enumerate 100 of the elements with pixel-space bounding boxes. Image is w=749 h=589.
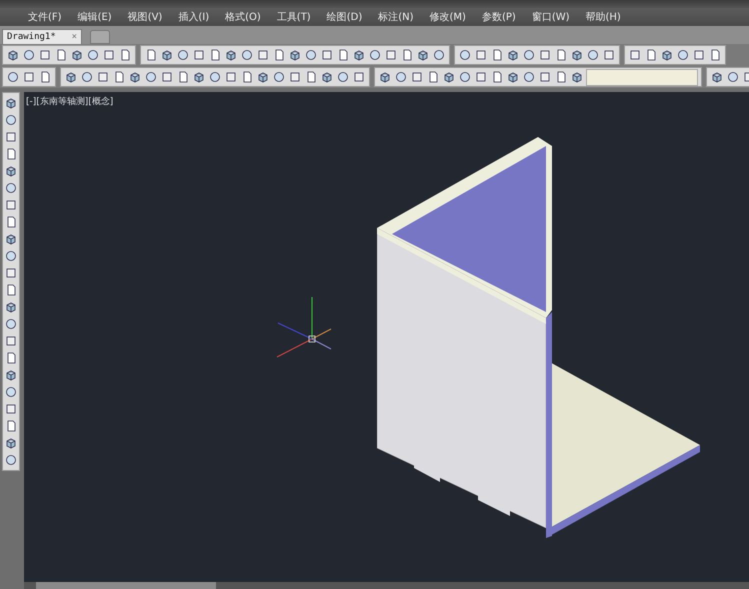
- toolbar-button[interactable]: [192, 70, 206, 84]
- toolbar-button[interactable]: [442, 70, 456, 84]
- toolbar-button[interactable]: [4, 385, 18, 399]
- toolbar-button[interactable]: [692, 48, 706, 62]
- toolbar-button[interactable]: [160, 48, 174, 62]
- toolbar-button[interactable]: [4, 453, 18, 467]
- toolbar-button[interactable]: [192, 48, 206, 62]
- menu-item[interactable]: 编辑(E): [70, 10, 120, 24]
- toolbar-button[interactable]: [676, 48, 690, 62]
- toolbar-button[interactable]: [458, 70, 472, 84]
- menu-item[interactable]: 工具(T): [268, 10, 319, 24]
- toolbar-button[interactable]: [4, 368, 18, 382]
- square-icon: [385, 49, 397, 61]
- toolbar-button[interactable]: [4, 113, 18, 127]
- toolbar-button[interactable]: [224, 48, 238, 62]
- toolbar-button[interactable]: [538, 70, 552, 84]
- toolbar-button[interactable]: [506, 48, 520, 62]
- toolbar-button[interactable]: [304, 48, 318, 62]
- toolbar-button[interactable]: [22, 48, 36, 62]
- toolbar-button[interactable]: [506, 70, 520, 84]
- drawing-tab[interactable]: Drawing1* ×: [2, 29, 82, 44]
- toolbar-button[interactable]: [4, 402, 18, 416]
- toolbar-button[interactable]: [208, 70, 222, 84]
- toolbar-button[interactable]: [570, 48, 584, 62]
- circle-icon: [5, 114, 17, 126]
- toolbar-button[interactable]: [288, 48, 302, 62]
- toolbar-button[interactable]: [432, 48, 446, 62]
- menu-item[interactable]: 视图(V): [120, 10, 170, 24]
- toolbar-button[interactable]: [4, 164, 18, 178]
- toolbar-button[interactable]: [4, 317, 18, 331]
- toolbar-button[interactable]: [4, 300, 18, 314]
- close-button[interactable]: ×: [72, 32, 77, 42]
- toolbar-button[interactable]: [458, 48, 472, 62]
- toolbar-button[interactable]: [4, 130, 18, 144]
- toolbar-button[interactable]: [726, 70, 740, 84]
- toolbar-button[interactable]: [4, 249, 18, 263]
- toolbar-button[interactable]: [4, 96, 18, 110]
- toolbar-button[interactable]: [410, 70, 424, 84]
- toolbar-button[interactable]: [240, 48, 254, 62]
- toolbar-button[interactable]: [474, 48, 488, 62]
- menu-item[interactable]: 插入(I): [170, 10, 218, 24]
- square-icon: [289, 71, 301, 83]
- menu-item[interactable]: 文件(F): [20, 10, 70, 24]
- toolbar-button[interactable]: [64, 70, 78, 84]
- toolbar-button[interactable]: [272, 70, 286, 84]
- toolbar-button[interactable]: [474, 70, 488, 84]
- toolbar-button[interactable]: [224, 70, 238, 84]
- toolbar-button[interactable]: [628, 48, 642, 62]
- toolbar-button[interactable]: [522, 48, 536, 62]
- toolbar-button[interactable]: [602, 48, 616, 62]
- dropdown-field[interactable]: [586, 68, 698, 86]
- toolbar-button[interactable]: [4, 232, 18, 246]
- toolbar-button[interactable]: [128, 70, 142, 84]
- toolbar-button[interactable]: [80, 70, 94, 84]
- toolbar-button[interactable]: [4, 198, 18, 212]
- toolbar-button[interactable]: [6, 48, 20, 62]
- toolbar-button[interactable]: [570, 70, 584, 84]
- toolbar-button[interactable]: [102, 48, 116, 62]
- toolbar-button[interactable]: [538, 48, 552, 62]
- toolbar-button[interactable]: [416, 48, 430, 62]
- menu-item[interactable]: 格式(O): [217, 10, 269, 24]
- cube-icon: [5, 437, 17, 449]
- toolbar-button[interactable]: [86, 48, 100, 62]
- toolbar-button[interactable]: [660, 48, 674, 62]
- toolbar-button[interactable]: [320, 48, 334, 62]
- menu-item[interactable]: 修改(M): [422, 10, 474, 24]
- toolbar-button[interactable]: [38, 48, 52, 62]
- toolbar-button[interactable]: [256, 48, 270, 62]
- toolbar-button[interactable]: [384, 48, 398, 62]
- toolbar-button[interactable]: [70, 48, 84, 62]
- menu-item[interactable]: 窗口(W): [524, 10, 578, 24]
- viewport-label[interactable]: [-][东南等轴测][概念]: [24, 92, 749, 111]
- menu-item[interactable]: 帮助(H): [578, 10, 629, 24]
- toolbar-button[interactable]: [522, 70, 536, 84]
- scrollbar-thumb[interactable]: [36, 582, 216, 589]
- toolbar-button[interactable]: [4, 181, 18, 195]
- toolbar-button[interactable]: [586, 48, 600, 62]
- toolbar-button[interactable]: [288, 70, 302, 84]
- document-icon: [119, 49, 131, 61]
- toolbar-button[interactable]: [352, 70, 366, 84]
- toolbar-button[interactable]: [320, 70, 334, 84]
- toolbar-button[interactable]: [96, 70, 110, 84]
- menu-item[interactable]: 参数(P): [474, 10, 524, 24]
- toolbar-button[interactable]: [378, 70, 392, 84]
- toolbar-button[interactable]: [352, 48, 366, 62]
- menu-item[interactable]: 绘图(D): [318, 10, 370, 24]
- toolbar-button[interactable]: [22, 70, 36, 84]
- toolbar-button[interactable]: [336, 70, 350, 84]
- toolbar-button[interactable]: [368, 48, 382, 62]
- toolbar-button[interactable]: [176, 48, 190, 62]
- menu-item[interactable]: 标注(N): [370, 10, 422, 24]
- toolbar-button[interactable]: [4, 334, 18, 348]
- toolbar-button[interactable]: [160, 70, 174, 84]
- toolbar-button[interactable]: [4, 436, 18, 450]
- toolbar-button[interactable]: [394, 70, 408, 84]
- toolbar-button[interactable]: [144, 70, 158, 84]
- toolbar-button[interactable]: [4, 266, 18, 280]
- toolbar-button[interactable]: [256, 70, 270, 84]
- toolbar-button[interactable]: [6, 70, 20, 84]
- toolbar-button[interactable]: [710, 70, 724, 84]
